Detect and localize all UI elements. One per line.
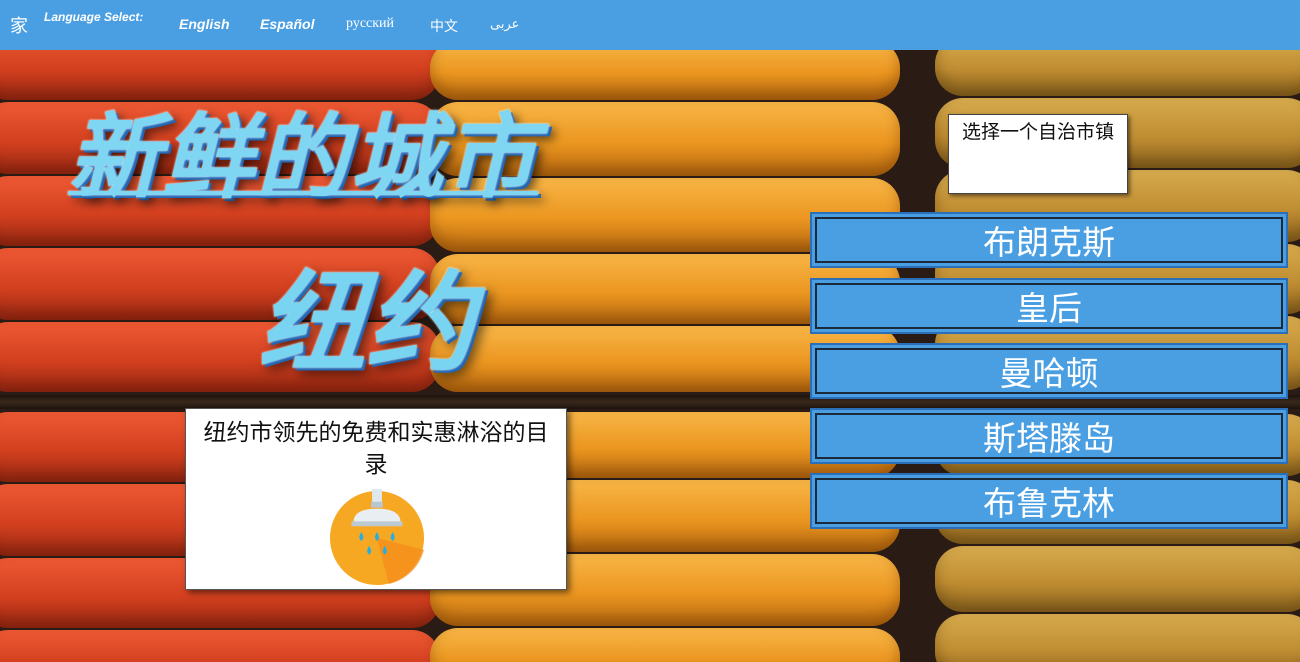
language-link-spanish[interactable]: Español xyxy=(260,16,314,32)
language-link-english[interactable]: English xyxy=(179,16,230,32)
hero-title: 新鲜的城市 xyxy=(68,104,539,211)
top-navbar: 家 Language Select: English Español русск… xyxy=(0,0,1300,50)
borough-button-brooklyn[interactable]: 布鲁克林 xyxy=(810,473,1288,529)
home-link[interactable]: 家 xyxy=(10,12,28,38)
language-link-russian[interactable]: русский xyxy=(346,16,394,32)
language-select-label: Language Select: xyxy=(44,10,144,24)
directory-card[interactable]: 纽约市领先的免费和实惠淋浴的目录 xyxy=(185,408,567,590)
shower-icon[interactable] xyxy=(328,489,426,587)
borough-button-manhattan[interactable]: 曼哈顿 xyxy=(810,343,1288,399)
borough-select-label: 选择一个自治市镇 xyxy=(948,114,1128,194)
borough-button-staten-island[interactable]: 斯塔滕岛 xyxy=(810,408,1288,464)
language-link-arabic[interactable]: عربى xyxy=(490,16,519,32)
directory-description: 纽约市领先的免费和实惠淋浴的目录 xyxy=(203,420,549,479)
hero-subtitle: 纽约 xyxy=(258,261,475,386)
language-link-chinese[interactable]: 中文 xyxy=(430,16,458,36)
borough-button-queens[interactable]: 皇后 xyxy=(810,278,1288,334)
borough-button-bronx[interactable]: 布朗克斯 xyxy=(810,212,1288,268)
